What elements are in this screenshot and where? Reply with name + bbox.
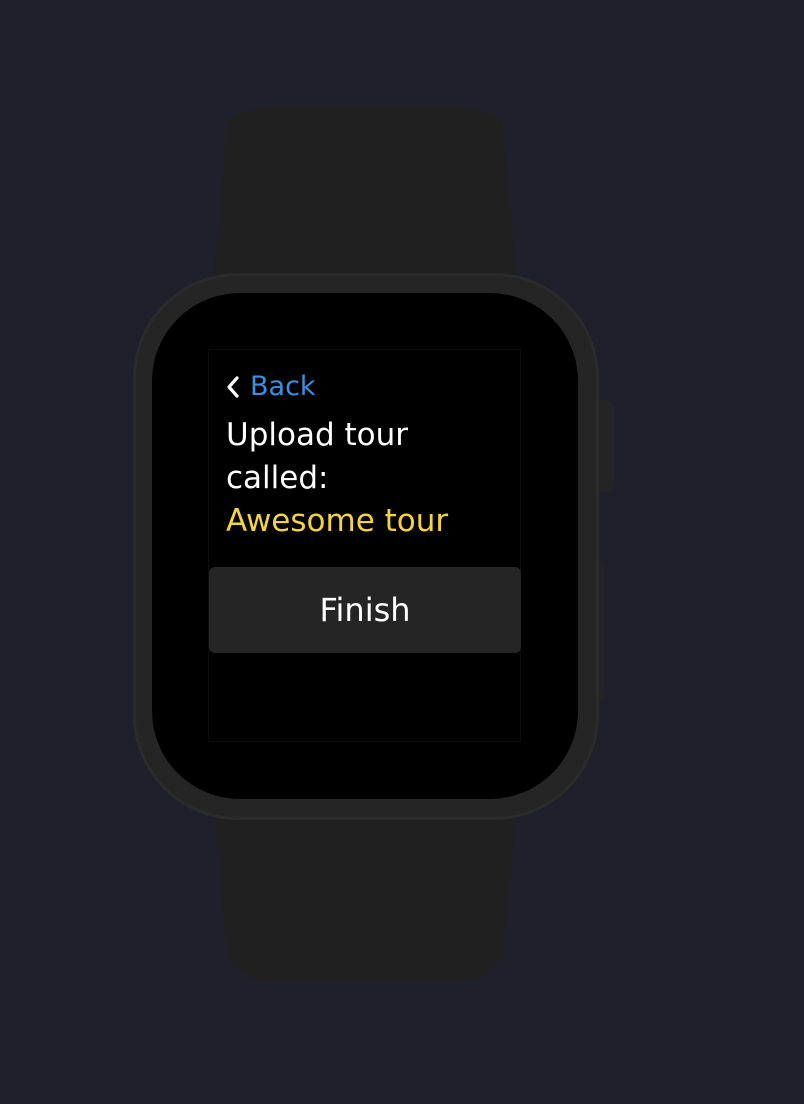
watch-band-top-cap: [226, 106, 504, 166]
back-button[interactable]: Back: [225, 370, 316, 404]
upload-prompt: Upload tour called:: [226, 414, 511, 500]
chevron-left-icon: [225, 375, 241, 399]
finish-button[interactable]: Finish: [209, 567, 521, 653]
tour-name: Awesome tour: [226, 503, 449, 539]
upload-prompt-line2: called:: [226, 460, 329, 496]
upload-prompt-line1: Upload tour: [226, 417, 408, 453]
watch-screen: Back Upload tour called: Awesome tour Fin…: [209, 350, 521, 741]
watch-band-bottom-cap: [226, 930, 504, 982]
watch-preview-stage: Back Upload tour called: Awesome tour Fin…: [0, 0, 804, 1104]
back-label: Back: [250, 371, 316, 402]
